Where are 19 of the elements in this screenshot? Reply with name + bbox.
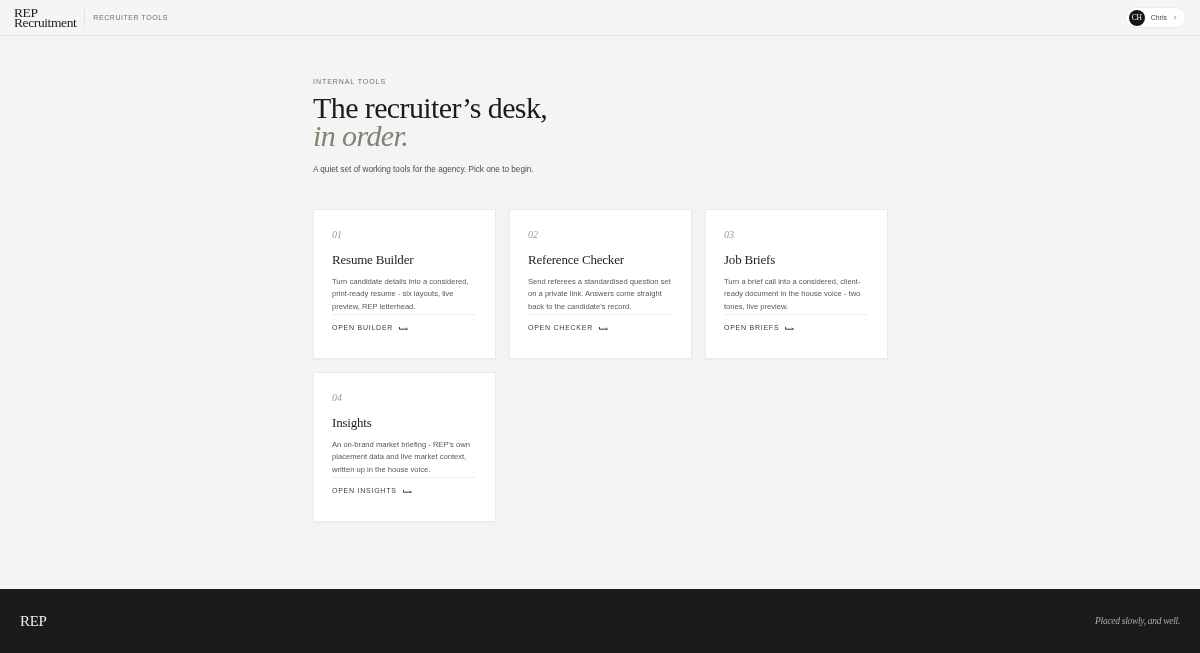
- page-heading-accent: in order.: [313, 122, 410, 150]
- logo[interactable]: REP Recruitment: [14, 7, 77, 28]
- card-number: 04: [332, 392, 343, 404]
- card-number: 02: [528, 229, 539, 241]
- card-title: Insights: [332, 415, 373, 431]
- card-title: Reference Checker: [528, 252, 625, 268]
- card-number: 01: [332, 229, 343, 241]
- arrow-icon: [399, 325, 409, 330]
- page-heading: The recruiter’s desk,: [313, 94, 549, 122]
- page-subtitle: A quiet set of working tools for the agency. Pick one to begin.: [313, 165, 535, 174]
- arrow-icon: [599, 325, 608, 330]
- footer-tagline: Placed slowly, and well.: [1095, 616, 1180, 626]
- card-number: 03: [724, 229, 735, 241]
- arrow-icon: [785, 325, 795, 330]
- footer-logo: REP: [20, 612, 47, 630]
- arrow-icon: [402, 488, 412, 493]
- card-title: Job Briefs: [724, 252, 777, 268]
- chevron-icon: [1173, 15, 1177, 20]
- card-title: Resume Builder: [332, 252, 415, 268]
